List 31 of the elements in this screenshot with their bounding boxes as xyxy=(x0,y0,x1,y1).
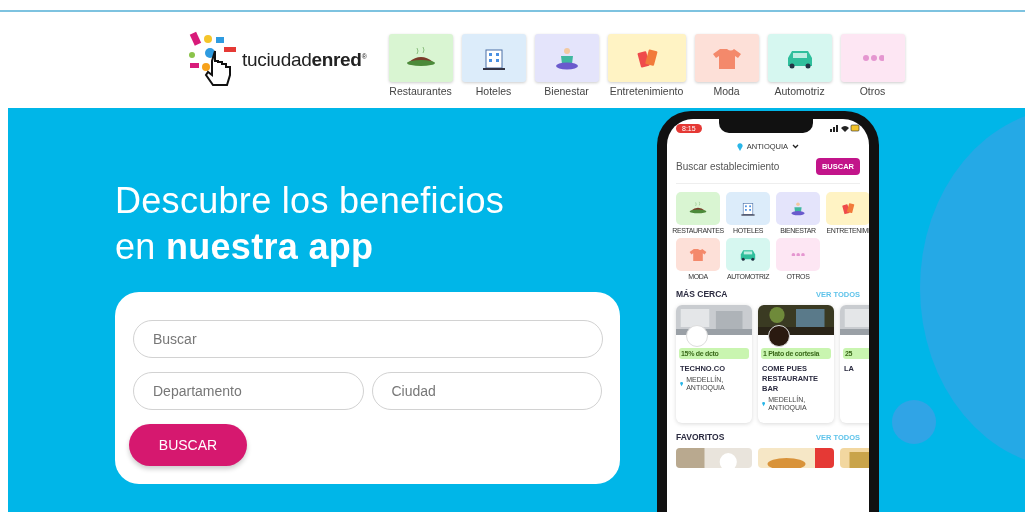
search-field[interactable]: Buscar xyxy=(133,320,603,358)
logo-badge xyxy=(686,325,708,347)
category-link[interactable]: Otros xyxy=(840,33,905,97)
pin-icon xyxy=(680,381,684,387)
hero-title: en nuestra app xyxy=(115,225,374,269)
status-icons xyxy=(830,124,860,132)
dots-icon xyxy=(861,54,884,61)
search-button[interactable]: BUSCAR xyxy=(129,424,247,466)
category-link[interactable]: Hoteles xyxy=(461,33,526,97)
category-label: Bienestar xyxy=(544,84,589,97)
category-label: Hoteles xyxy=(475,84,512,97)
dots-icon xyxy=(791,252,805,257)
category-link[interactable]: Moda xyxy=(694,33,759,97)
hero-title: Descubre los beneficios xyxy=(115,179,505,223)
category-link[interactable]: Entretenimiento xyxy=(607,33,686,97)
category-link[interactable]: Bienestar xyxy=(534,33,599,97)
pin-icon xyxy=(762,401,766,407)
pin-icon xyxy=(736,142,743,151)
category-label: Moda xyxy=(713,84,740,97)
category-link[interactable]: Restaurantes xyxy=(388,33,453,97)
logo-text[interactable]: tuciudadenred$^{®}$ xyxy=(242,49,367,71)
section-title: MÁS CERCA xyxy=(676,289,728,299)
category-label: Restaurantes xyxy=(389,84,452,97)
chevron-down-icon xyxy=(792,144,800,149)
city-field[interactable]: Ciudad xyxy=(371,372,602,410)
department-field[interactable]: Departamento xyxy=(133,372,364,410)
category-label: Automotriz xyxy=(774,84,825,97)
category-label: Entretenimiento xyxy=(609,84,684,97)
section-title: FAVORITOS xyxy=(676,432,725,442)
category-label: Otros xyxy=(859,84,886,97)
category-link[interactable]: Automotriz xyxy=(767,33,832,97)
